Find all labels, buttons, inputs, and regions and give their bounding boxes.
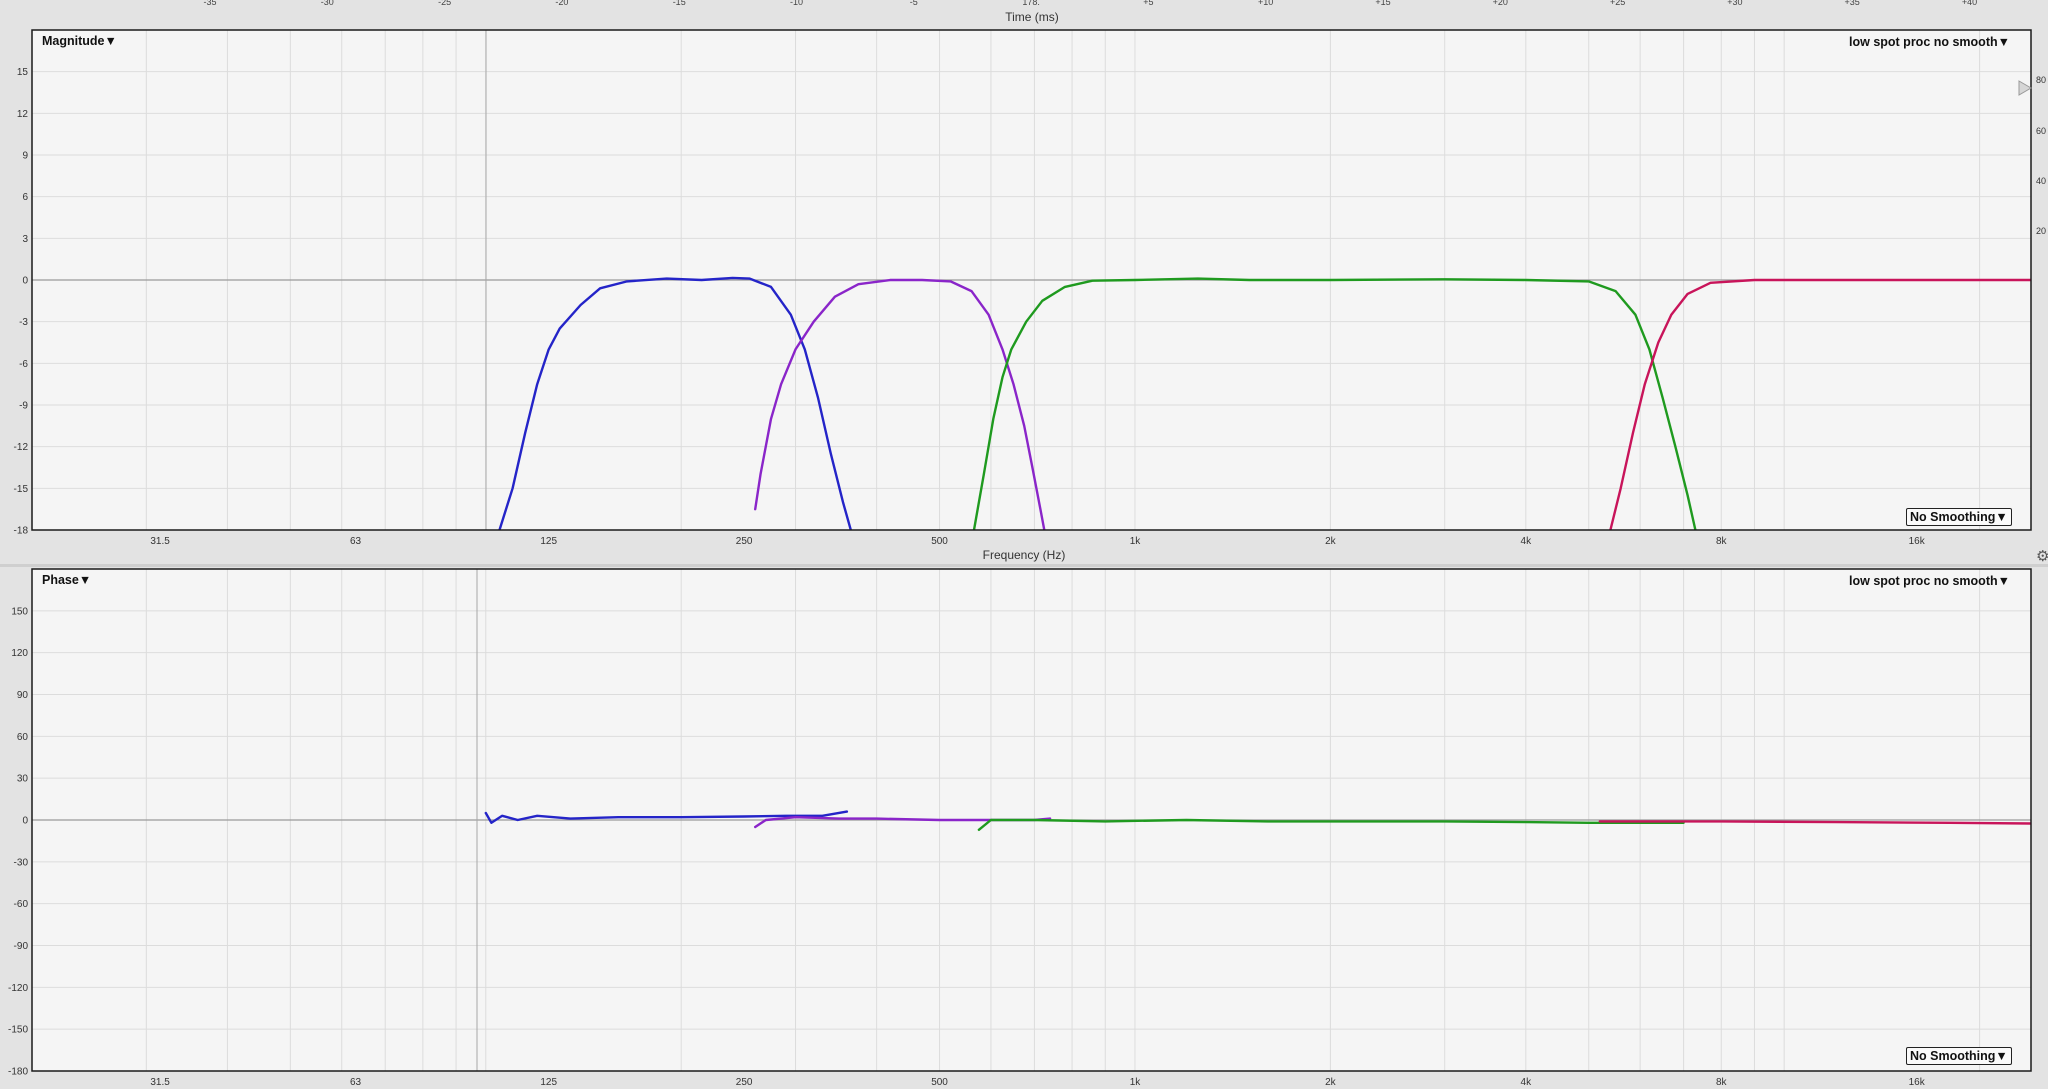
magnitude-title-dropdown[interactable]: Magnitude▼ xyxy=(42,34,117,48)
gear-icon[interactable]: ⚙ xyxy=(2036,547,2048,565)
y-tick-label: -90 xyxy=(14,941,29,952)
x-tick-label: 500 xyxy=(931,536,948,547)
time-tick-label: +20 xyxy=(1493,0,1508,7)
right-axis-tick: 60 xyxy=(2036,126,2047,136)
play-triangle-icon[interactable] xyxy=(2018,80,2032,96)
y-tick-label: -150 xyxy=(8,1025,28,1036)
time-axis: -35 -30 -25 -20 -15 -10 -5 178. +5 +10 +15 +20 +25 +3… xyxy=(203,0,1977,24)
right-axis-tick: 80 xyxy=(2036,75,2047,85)
phase-title-dropdown[interactable]: Phase▼ xyxy=(42,573,91,587)
y-tick-label: 12 xyxy=(17,109,29,120)
right-axis-tick: 20 xyxy=(2036,226,2047,236)
time-tick-label: +10 xyxy=(1258,0,1273,7)
time-tick-label: +5 xyxy=(1143,0,1153,7)
time-tick-label: -20 xyxy=(555,0,568,7)
time-tick-label: +15 xyxy=(1375,0,1390,7)
magnitude-smoothing-dropdown[interactable]: No Smoothing▼ xyxy=(1906,508,2012,526)
x-tick-label: 8k xyxy=(1716,1077,1728,1088)
right-axis-tick: 40 xyxy=(2036,176,2047,186)
y-tick-label: 120 xyxy=(11,648,28,659)
y-tick-label: -3 xyxy=(19,317,28,328)
phase-preset-dropdown[interactable]: low spot proc no smooth▼ xyxy=(1849,574,2010,588)
x-tick-label: 1k xyxy=(1130,536,1142,547)
x-tick-label: 4k xyxy=(1521,1077,1533,1088)
y-tick-label: -12 xyxy=(14,442,29,453)
x-tick-label: 8k xyxy=(1716,536,1728,547)
y-tick-label: 9 xyxy=(22,151,28,162)
time-tick-label: +25 xyxy=(1610,0,1625,7)
y-tick-label: -15 xyxy=(14,484,29,495)
phase-smoothing-dropdown[interactable]: No Smoothing▼ xyxy=(1906,1047,2012,1065)
x-tick-label: 63 xyxy=(350,536,362,547)
x-tick-label: 4k xyxy=(1521,536,1533,547)
time-tick-label: +40 xyxy=(1962,0,1977,7)
time-tick-label: -5 xyxy=(910,0,918,7)
time-tick-label: -25 xyxy=(438,0,451,7)
time-tick-label: -15 xyxy=(673,0,686,7)
x-tick-label: 16k xyxy=(1909,1077,1926,1088)
y-tick-label: 60 xyxy=(17,732,29,743)
y-tick-label: 3 xyxy=(22,234,28,245)
y-tick-label: -180 xyxy=(8,1067,28,1078)
time-tick-label: 178. xyxy=(1022,0,1040,7)
y-tick-label: 15 xyxy=(17,67,29,78)
x-tick-label: 125 xyxy=(540,536,557,547)
y-tick-label: -60 xyxy=(14,899,29,910)
time-tick-label: -35 xyxy=(203,0,216,7)
time-tick-label: +30 xyxy=(1727,0,1742,7)
y-tick-label: -18 xyxy=(14,526,29,537)
x-tick-label: 250 xyxy=(736,1077,753,1088)
time-tick-label: -10 xyxy=(790,0,803,7)
y-tick-label: 0 xyxy=(22,276,28,287)
x-tick-label: 2k xyxy=(1325,1077,1337,1088)
y-tick-label: 150 xyxy=(11,606,28,617)
y-tick-label: -9 xyxy=(19,401,28,412)
x-tick-label: 500 xyxy=(931,1077,948,1088)
time-axis-label: Time (ms) xyxy=(1005,10,1059,24)
x-tick-label: 16k xyxy=(1909,536,1926,547)
x-tick-label: 125 xyxy=(540,1077,557,1088)
x-tick-label: 250 xyxy=(736,536,753,547)
y-tick-label: 30 xyxy=(17,774,29,785)
phase-plot[interactable]: 150 120 90 60 30 0 -30 -60 -90 -120 -150 -180 31.5 63… xyxy=(0,567,2048,1089)
y-tick-label: 6 xyxy=(22,192,28,203)
time-tick-label: +35 xyxy=(1845,0,1860,7)
magnitude-preset-dropdown[interactable]: low spot proc no smooth▼ xyxy=(1849,35,2010,49)
x-tick-label: 31.5 xyxy=(150,1077,170,1088)
y-tick-label: -6 xyxy=(19,359,28,370)
x-tick-label: 63 xyxy=(350,1077,362,1088)
x-tick-label: 1k xyxy=(1130,1077,1142,1088)
y-tick-label: -120 xyxy=(8,983,28,994)
time-tick-label: -30 xyxy=(321,0,334,7)
y-tick-label: 90 xyxy=(17,690,29,701)
magnitude-plot[interactable]: 15129630-3-6-9-12-15-1831.5 63 125 250 500 1k… xyxy=(0,28,2048,548)
x-tick-label: 31.5 xyxy=(150,536,170,547)
frequency-axis-label: Frequency (Hz) xyxy=(982,548,1066,562)
y-tick-label: 0 xyxy=(22,816,28,827)
y-tick-label: -30 xyxy=(14,857,29,868)
x-tick-label: 2k xyxy=(1325,536,1337,547)
